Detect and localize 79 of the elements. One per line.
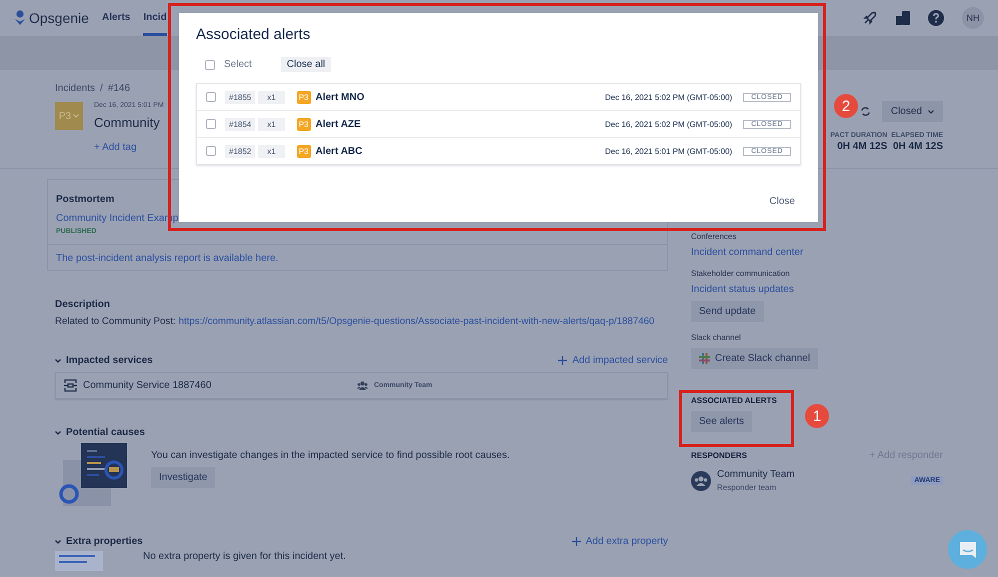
close-button[interactable]: Close [763, 195, 801, 208]
alert-id: #1852 [225, 144, 256, 158]
section-heading: Description [55, 299, 112, 310]
alert-name[interactable]: Alert ABC [316, 146, 362, 156]
refresh-icon[interactable] [860, 106, 871, 117]
breadcrumb-separator: / [100, 83, 103, 94]
plus-icon [558, 356, 568, 365]
add-property-link[interactable]: Add extra property [586, 536, 668, 547]
section-heading: Potential causes [66, 427, 145, 438]
alert-name[interactable]: Alert AZE [316, 118, 361, 130]
responder-name: Community Team [717, 469, 795, 480]
chevron-icon[interactable] [55, 540, 61, 544]
metric-value: 0H 4M 12S [892, 141, 943, 152]
service-icon [64, 379, 77, 392]
dialog-title: Associated alerts [196, 26, 312, 43]
description-text: Related to Community Post: [55, 316, 176, 327]
incident-title: Community [94, 115, 161, 130]
plus-icon [572, 537, 581, 546]
alert-time: Dec 16, 2021 5:01 PM (GMT-05:00) [605, 146, 732, 156]
select-label: Select [224, 59, 252, 70]
chat-icon [958, 540, 978, 558]
sidebar-heading: ASSOCIATED ALERTS [691, 396, 778, 405]
alert-time: Dec 16, 2021 5:02 PM (GMT-05:00) [605, 92, 732, 102]
sidebar-button[interactable]: Create Slack channel [691, 348, 818, 369]
group-label: Slack channel [691, 333, 742, 342]
priority-badge: P3 [296, 118, 310, 130]
metric-value: 0H 4M 12S [837, 141, 888, 152]
add-tag-link[interactable]: + Add tag [94, 142, 137, 153]
communication-link[interactable]: Incident status updates [691, 284, 943, 295]
alert-checkbox[interactable] [206, 146, 216, 156]
alert-checkbox[interactable] [206, 119, 216, 129]
group-label: Stakeholder communication [691, 269, 791, 278]
priority-badge: P3 [296, 144, 310, 158]
status-dropdown[interactable]: Closed [882, 101, 943, 122]
add-service-link[interactable]: Add impacted service [572, 355, 668, 366]
alert-id: #1855 [225, 90, 256, 104]
report-link[interactable]: The post-incident analysis report is available here. [48, 245, 667, 270]
alert-count: x1 [258, 118, 285, 130]
section-heading: Extra properties [66, 536, 143, 547]
user-avatar[interactable]: NH [962, 7, 984, 29]
alert-time: Dec 16, 2021 5:02 PM (GMT-05:00) [605, 120, 732, 128]
help-icon[interactable] [928, 10, 944, 26]
chevron-down-icon [928, 110, 934, 114]
apps-icon[interactable] [896, 11, 910, 25]
section-heading: Postmortem [56, 194, 116, 205]
close-all-button[interactable]: Close all [280, 57, 332, 72]
breadcrumb-link[interactable]: #146 [108, 83, 130, 94]
sidebar-button[interactable]: Send update [691, 301, 764, 322]
causes-text: You can investigate changes in the impacted service to find possible root causes. [151, 450, 510, 461]
alert-checkbox[interactable] [206, 92, 216, 102]
see-alerts-button[interactable]: See alerts [691, 411, 752, 432]
logo-icon [14, 10, 26, 26]
alert-count: x1 [258, 90, 285, 104]
chevron-down-icon [73, 114, 80, 118]
post-link[interactable]: https://community.atlassian.com/t5/Opsgenie-questions/Associate-past-incident-with-new-alerts/qaq-p/1887460 [178, 316, 654, 327]
group-label: Conferences [691, 232, 738, 241]
chevron-icon[interactable] [55, 430, 61, 434]
list-drawing [55, 551, 103, 571]
nav-tab[interactable]: Alerts [102, 0, 130, 36]
select-all-checkbox[interactable] [205, 60, 215, 70]
team-avatar-icon [691, 470, 711, 490]
annotation-number: 1 [805, 404, 829, 428]
annotation-number: 2 [834, 94, 858, 118]
chevron-icon[interactable] [55, 358, 61, 362]
sidebar-heading: RESPONDERS [691, 451, 748, 460]
alert-name[interactable]: Alert MNO [316, 92, 364, 102]
extra-properties-text: No extra property is given for this incident yet. [143, 551, 346, 564]
hash-icon [699, 353, 710, 364]
alert-id: #1854 [225, 118, 256, 130]
communication-link[interactable]: Incident command center [691, 247, 943, 258]
team-icon [357, 381, 368, 390]
priority-badge: P3 [296, 90, 310, 104]
section-heading: Impacted services [66, 355, 153, 366]
rocket-icon[interactable] [862, 10, 878, 26]
alert-count: x1 [258, 144, 285, 158]
app-logo-text: Opsgenie [29, 10, 89, 26]
responder-role: Responder team [717, 483, 778, 492]
investigate-button[interactable]: Investigate [151, 467, 216, 488]
breadcrumb-link[interactable]: Incidents [55, 83, 96, 94]
